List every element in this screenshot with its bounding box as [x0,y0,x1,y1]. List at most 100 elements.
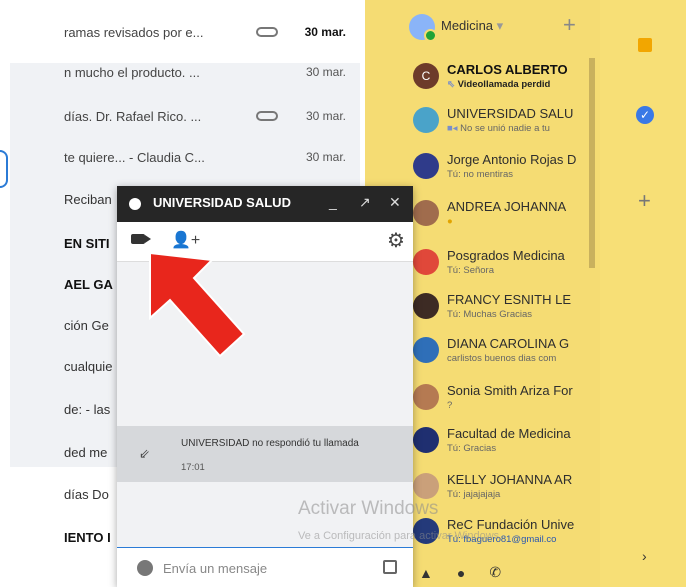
contact-item[interactable]: Jorge Antonio Rojas D Tú: no mentiras [413,150,603,190]
person-icon[interactable]: ▲ [419,565,433,581]
mail-snippet-partial[interactable]: IENTO I [64,530,111,545]
contact-name: FRANCY ESNITH LE [447,292,572,307]
contact-status: ? [447,400,453,411]
message-input[interactable]: Envía un mensaje [163,561,267,576]
avatar [413,249,439,275]
contact-status: ⇖ Videollamada perdid [447,79,603,90]
contact-name: Jorge Antonio Rojas D [447,152,577,167]
contact-status: Tú: no mentiras [447,169,513,180]
add-addon-icon[interactable]: + [638,188,651,214]
close-button[interactable]: ✕ [389,194,401,211]
contact-item[interactable]: Facultad de Medicina Tú: Gracias [413,424,603,464]
avatar [413,337,439,363]
attachment-icon [256,27,278,37]
mail-snippet-partial[interactable]: de: - las [64,402,110,417]
contact-status: Tú: Gracias [447,443,497,454]
contact-status: carlistos buenos dias com [447,353,557,364]
contact-item[interactable]: Sonia Smith Ariza For ? [413,381,603,421]
mail-date: 30 mar. [305,150,346,164]
mail-snippet: te quiere... - Claudia C... [64,149,205,165]
contact-item[interactable]: C CARLOS ALBERTO ⇖ Videollamada perdid [413,60,603,100]
hangouts-bottom-bar: ▲ ● ✆ [413,558,598,587]
pointer-arrow-shape [149,251,246,358]
contact-name: Facultad de Medicina [447,426,571,441]
contact-name: ANDREA JOHANNA [447,199,567,214]
contact-item[interactable]: ANDREA JOHANNA ● [413,197,603,237]
contact-item[interactable]: FRANCY ESNITH LE Tú: Muchas Gracias [413,290,603,330]
tasks-icon[interactable]: ✓ [636,106,654,124]
mail-snippet-partial[interactable]: EN SITI [64,236,110,251]
avatar [413,293,439,319]
mail-date: 30 mar. [305,65,346,79]
mail-row[interactable]: n mucho el producto. ... 30 mar. [64,52,364,92]
contact-item[interactable]: Posgrados Medicina Tú: Señora [413,246,603,286]
mail-date: 30 mar. [304,25,346,39]
phone-icon[interactable]: ✆ [489,564,501,581]
avatar[interactable] [409,14,437,42]
pointer-arrow [149,251,246,358]
chevron-right-icon[interactable]: › [642,548,647,564]
hangouts-header: Medicina ▾ + [365,0,600,50]
missed-call-icon: ⇙ [139,446,150,461]
video-icon: ■◂ [447,123,461,134]
contact-item[interactable]: UNIVERSIDAD SALU ■◂ No se unió nadie a t… [413,104,603,144]
contact-name: DIANA CAROLINA G [447,336,570,351]
activation-watermark: Activar Windows [298,498,439,519]
missed-call-icon: ⇖ [447,79,458,90]
contact-name: Posgrados Medicina [447,248,565,263]
image-icon[interactable] [383,560,397,574]
mail-snippet-partial[interactable]: Reciban [64,192,112,207]
chat-title: UNIVERSIDAD SALUD [153,195,291,210]
account-name-label: Medicina [441,18,494,33]
mail-row[interactable]: ramas revisados por e... 30 mar. [64,12,364,52]
mail-snippet: n mucho el producto. ... [64,64,200,80]
contact-name: UNIVERSIDAD SALU [447,106,574,121]
contact-status-label: Videollamada perdid [457,79,551,90]
activation-watermark-sub: Ve a Configuración para activar Windows. [298,530,503,542]
contact-status: Tú: jajajajaja [447,489,501,500]
chat-icon[interactable]: ● [457,565,465,581]
mail-snippet-partial[interactable]: AEL GA [64,277,113,292]
contact-status: Tú: Señora [447,265,494,276]
message-time: 17:01 [181,462,205,473]
contact-item[interactable]: DIANA CAROLINA G carlistos buenos dias c… [413,334,603,374]
avatar [413,384,439,410]
mail-snippet-partial[interactable]: días Do [64,487,109,502]
mail-snippet-partial[interactable]: ded me [64,445,107,460]
contact-name: CARLOS ALBERTO [447,62,568,77]
popout-button[interactable]: ↗ [359,194,371,211]
mail-row[interactable]: te quiere... - Claudia C... 30 mar. [64,137,364,177]
contact-status: Tú: Muchas Gracias [447,309,532,320]
side-strip: ✓ + › [600,0,686,587]
add-person-icon[interactable]: 👤+ [171,230,200,250]
emoji-icon[interactable] [137,560,153,576]
system-message: ⇙ UNIVERSIDAD no respondió tu llamada 17… [117,426,413,482]
background-accent [0,150,8,188]
contact-name: KELLY JOHANNA AR [447,472,573,487]
minimize-button[interactable]: _ [329,194,337,210]
mail-date: 30 mar. [305,109,346,123]
avatar [413,200,439,226]
avatar [413,427,439,453]
contact-name: Sonia Smith Ariza For [447,383,573,398]
message-composer: Envía un mensaje [117,547,413,587]
mail-row[interactable]: días. Dr. Rafael Rico. ... 30 mar. [64,96,364,136]
chevron-down-icon: ▾ [496,18,504,33]
emoji-icon: ● [447,216,453,227]
screenshot-stage: ramas revisados por e... 30 mar. n mucho… [0,0,686,587]
contact-status: ■◂ No se unió nadie a tu [447,123,603,134]
contact-item[interactable]: KELLY JOHANNA AR Tú: jajajajaja [413,470,603,510]
chat-window: UNIVERSIDAD SALUD _ ↗ ✕ 👤+ ⚙ ⇙ UNIVERSID… [117,186,413,587]
account-name[interactable]: Medicina ▾ [441,18,503,34]
mail-snippet: días. Dr. Rafael Rico. ... [64,108,202,124]
avatar [413,107,439,133]
new-conversation-button[interactable]: + [563,12,576,38]
mail-snippet-partial[interactable]: ción Ge [64,318,109,333]
video-call-icon[interactable] [131,234,151,244]
gear-icon[interactable]: ⚙ [387,228,405,253]
attachment-icon [256,111,278,121]
avatar [413,473,439,499]
keep-icon[interactable] [638,38,652,52]
chat-header[interactable]: UNIVERSIDAD SALUD _ ↗ ✕ [117,186,413,222]
mail-snippet-partial[interactable]: cualquie [64,359,112,374]
